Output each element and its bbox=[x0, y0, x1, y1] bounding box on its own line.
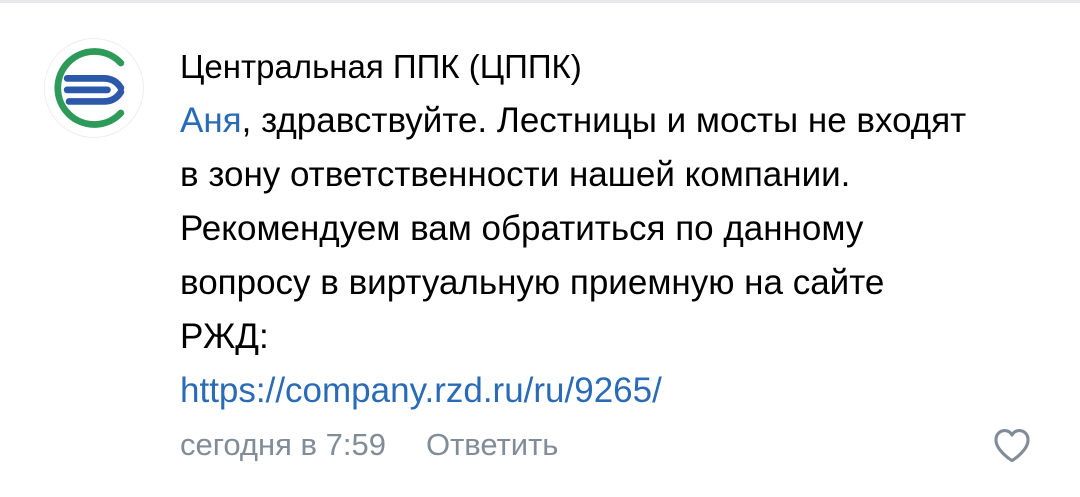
comment: Центральная ППК (ЦППК) Аня, здравствуйте… bbox=[0, 0, 1080, 497]
cppk-logo-icon bbox=[54, 48, 125, 128]
comment-author[interactable]: Центральная ППК (ЦППК) bbox=[180, 40, 1000, 94]
comment-content: Центральная ППК (ЦППК) Аня, здравствуйте… bbox=[180, 40, 1000, 418]
reply-button[interactable]: Ответить bbox=[426, 418, 559, 472]
author-avatar[interactable] bbox=[44, 38, 144, 138]
heart-icon bbox=[994, 429, 1030, 463]
comment-meta: сегодня в 7:59 Ответить bbox=[180, 418, 558, 472]
comment-body: , здравствуйте. Лестницы и мосты не вход… bbox=[180, 101, 967, 356]
comment-timestamp: сегодня в 7:59 bbox=[180, 427, 386, 462]
rzd-link[interactable]: https://company.rzd.ru/ru/9265/ bbox=[180, 364, 980, 418]
comment-text: Аня, здравствуйте. Лестницы и мосты не в… bbox=[180, 94, 980, 418]
like-button[interactable] bbox=[991, 424, 1033, 466]
author-mention[interactable]: Аня bbox=[180, 101, 242, 140]
